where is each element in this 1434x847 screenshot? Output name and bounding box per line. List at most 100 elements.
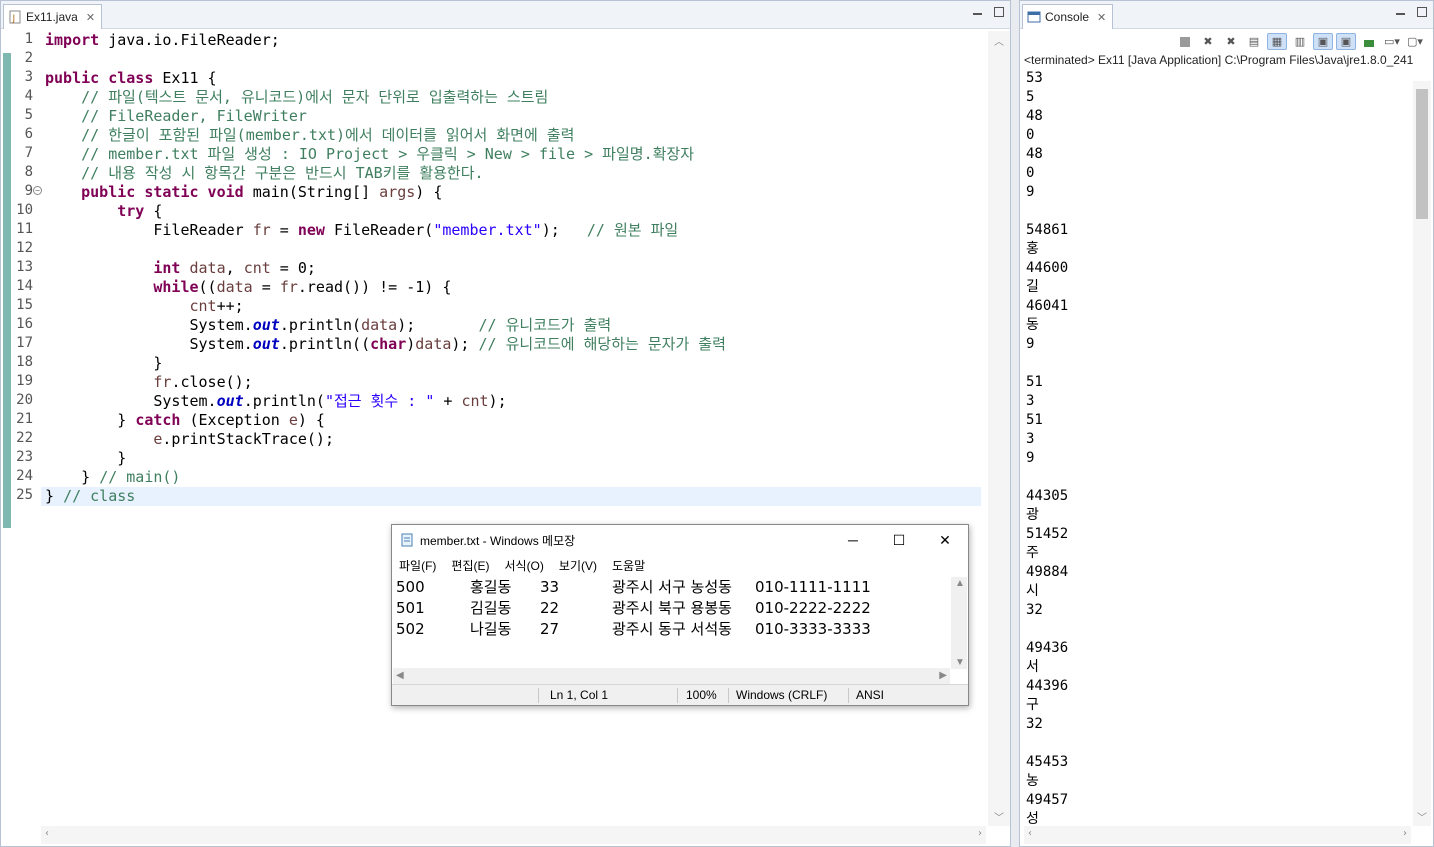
console-line: 시 [1026,583,1039,599]
tab-console[interactable]: Console ✕ [1022,4,1114,29]
line-number: 4 [24,88,33,104]
line-number: 11 [16,221,33,237]
code-line-14: while((data = fr.read()) != -1) { [153,278,452,296]
scroll-down-icon[interactable]: ﹀ [994,809,1004,824]
console-pane: Console ✕ ✖ ✖ ▤ ▦ ▥ ▣ ▣ ▭▾ ▢▾ <terminate… [1019,0,1434,847]
code-line-1: import java.io.FileReader; [45,31,280,49]
code-line-16: System.out.println(data); // 유니코드가 출력 [45,316,612,334]
code-line-3: public class Ex11 { [45,69,217,87]
scroll-down-icon[interactable]: ▼ [955,657,965,668]
editor-horizontal-scrollbar[interactable]: ‹ › [41,826,986,844]
editor-pane: J Ex11.java ✕ − 1 2 3 4 5 6 7 8 9 10 11 12 13 14 15 16 1… [0,0,1011,847]
svg-text:J: J [12,14,16,24]
tab-label: Console [1045,10,1090,24]
fold-collapse-icon[interactable]: − [33,186,42,195]
console-line: 51452 [1026,526,1069,542]
cursor-position: Ln 1, Col 1 [550,688,609,702]
console-line: 9 [1026,450,1035,466]
menu-view[interactable]: 보기(V) [559,557,597,574]
console-line: 농 [1026,773,1039,789]
console-line: 54861 [1026,222,1069,238]
code-line-9: public static void main(String[] args) { [81,183,443,201]
display-console-icon[interactable]: ▭▾ [1382,33,1402,50]
notepad-horizontal-scrollbar[interactable]: ◀ ▶ [393,668,950,685]
console-output[interactable]: 53 5 48 0 48 0 9 54861 홍 44600 길 46041 동 9 51 3 51 3 9 4430… [1026,69,1068,829]
tab-ex11-java[interactable]: J Ex11.java ✕ [3,4,103,29]
console-line: 9 [1026,184,1035,200]
remove-launch-icon[interactable]: ✖ [1198,33,1218,50]
maximize-button[interactable]: ☐ [876,525,922,555]
console-line: 서 [1026,659,1039,675]
console-line: 49884 [1026,564,1069,580]
scroll-left-icon[interactable]: ◀ [396,670,404,681]
editor-vertical-scrollbar[interactable]: ︿ ﹀ [988,31,1010,826]
code-line-7: // member.txt 파일 생성 : IO Project > 우클릭 >… [45,145,695,163]
scroll-up-icon[interactable]: ︿ [994,33,1004,48]
menu-edit[interactable]: 편집(E) [451,557,489,574]
show-on-stderr-icon[interactable]: ▣ [1336,33,1356,50]
console-line: 45453 [1026,754,1069,770]
console-horizontal-scrollbar[interactable]: ‹ › [1024,826,1411,844]
line-number: 14 [16,278,33,294]
code-line-6: // 한글이 포함된 파일(member.txt)에서 데이터를 읽어서 화면에… [45,126,575,144]
scroll-right-icon[interactable]: › [978,828,982,839]
remove-all-terminated-icon[interactable]: ✖ [1221,33,1241,50]
encoding: ANSI [856,688,885,702]
close-tab-icon[interactable]: ✕ [1097,11,1106,24]
scroll-left-icon[interactable]: ‹ [1028,828,1032,839]
java-file-icon: J [8,10,22,24]
menu-help[interactable]: 도움말 [612,557,645,574]
console-line: 9 [1026,336,1035,352]
minimize-icon[interactable] [973,13,982,15]
scroll-right-icon[interactable]: › [1403,828,1407,839]
open-console-icon[interactable]: ▢▾ [1405,33,1425,50]
word-wrap-icon[interactable]: ▥ [1290,33,1310,50]
menu-format[interactable]: 서식(O) [504,557,543,574]
close-tab-icon[interactable]: ✕ [86,11,95,24]
scroll-right-icon[interactable]: ▶ [939,670,947,681]
line-number: 2 [24,50,33,66]
code-line-8: // 내용 작성 시 항목간 구분은 반드시 TAB키를 활용한다. [45,164,484,182]
code-line-17: System.out.println((char)data); // 유니코드에… [45,335,726,353]
line-number: 22 [16,430,33,446]
line-number: 10 [16,202,33,218]
text-row: 500 홍길동 33 광주시 서구 농성동 010-1111-1111 [396,578,871,596]
console-line: 3 [1026,393,1035,409]
tab-label: Ex11.java [26,10,78,24]
console-vertical-scrollbar[interactable]: ﹀ [1413,81,1431,826]
code-line-11: FileReader fr = new FileReader("member.t… [45,221,679,239]
scroll-left-icon[interactable]: ‹ [45,828,49,839]
code-line-18: } [45,354,163,372]
notepad-titlebar[interactable]: member.txt - Windows 메모장 ─ ☐ ✕ [392,525,968,555]
console-line: 5 [1026,89,1035,105]
notepad-statusbar: Ln 1, Col 1 100% Windows (CRLF) ANSI [392,684,968,705]
notepad-menubar: 파일(F) 편집(E) 서식(O) 보기(V) 도움말 [392,555,968,575]
clear-console-icon[interactable]: ▤ [1244,33,1264,50]
console-line: 구 [1026,697,1039,713]
minimize-button[interactable]: ─ [830,525,876,555]
terminate-icon[interactable] [1175,33,1195,50]
scroll-thumb[interactable] [1416,89,1428,219]
scroll-down-icon[interactable]: ﹀ [1417,809,1427,824]
scroll-lock-icon[interactable]: ▦ [1267,33,1287,50]
code-line-5: // FileReader, FileWriter [45,107,307,125]
scroll-up-icon[interactable]: ▲ [955,578,965,589]
maximize-icon[interactable] [994,7,1004,17]
minimize-icon[interactable] [1396,13,1405,15]
menu-file[interactable]: 파일(F) [399,557,436,574]
show-on-stdout-icon[interactable]: ▣ [1313,33,1333,50]
code-area[interactable]: − 1 2 3 4 5 6 7 8 9 10 11 12 13 14 15 16 17 18 19 20 21 22 23 2… [1,31,986,826]
console-line: 32 [1026,602,1043,618]
console-tabbar: Console ✕ [1020,1,1433,29]
line-number: 5 [24,107,33,123]
maximize-icon[interactable] [1417,7,1427,17]
console-line: 51 [1026,374,1043,390]
close-button[interactable]: ✕ [922,525,968,555]
notepad-vertical-scrollbar[interactable]: ▲ ▼ [951,577,967,669]
line-number: 1 [24,31,33,47]
pin-console-icon[interactable] [1359,33,1379,50]
line-ending: Windows (CRLF) [736,688,828,702]
console-line: 48 [1026,108,1043,124]
console-line: 광 [1026,507,1039,523]
